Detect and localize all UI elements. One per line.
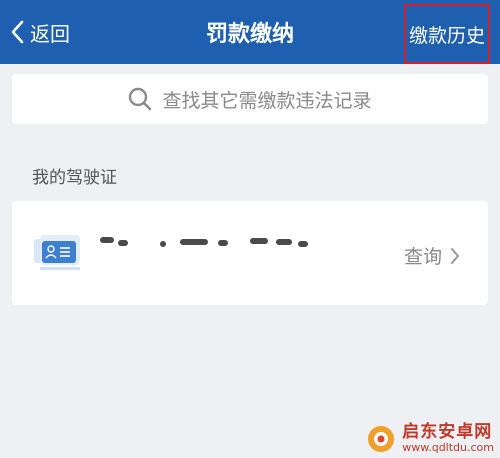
watermark: 启东安卓网 www.qdltdu.com bbox=[366, 422, 494, 455]
payment-history-button[interactable]: 缴款历史 bbox=[404, 4, 490, 64]
driver-license-icon bbox=[34, 235, 80, 270]
query-label: 查询 bbox=[403, 246, 442, 268]
watermark-logo-icon bbox=[368, 426, 395, 452]
search-placeholder: 查找其它需缴款违法记录 bbox=[162, 89, 372, 112]
chevron-right-icon bbox=[451, 247, 459, 264]
payment-history-label: 缴款历史 bbox=[408, 24, 485, 47]
search-icon bbox=[129, 87, 152, 111]
masked-license-number bbox=[100, 237, 320, 249]
driver-license-card[interactable]: 查询 bbox=[12, 201, 488, 305]
watermark-url: www.qdltdu.com bbox=[402, 441, 494, 455]
section-title-driver-license: 我的驾驶证 bbox=[32, 168, 117, 188]
search-bar[interactable]: 查找其它需缴款违法记录 bbox=[12, 74, 488, 124]
watermark-text: 启东安卓网 bbox=[402, 422, 493, 443]
query-link[interactable]: 查询 bbox=[404, 242, 460, 269]
top-nav-bar: 返回 罚款缴纳 缴款历史 bbox=[0, 0, 500, 64]
